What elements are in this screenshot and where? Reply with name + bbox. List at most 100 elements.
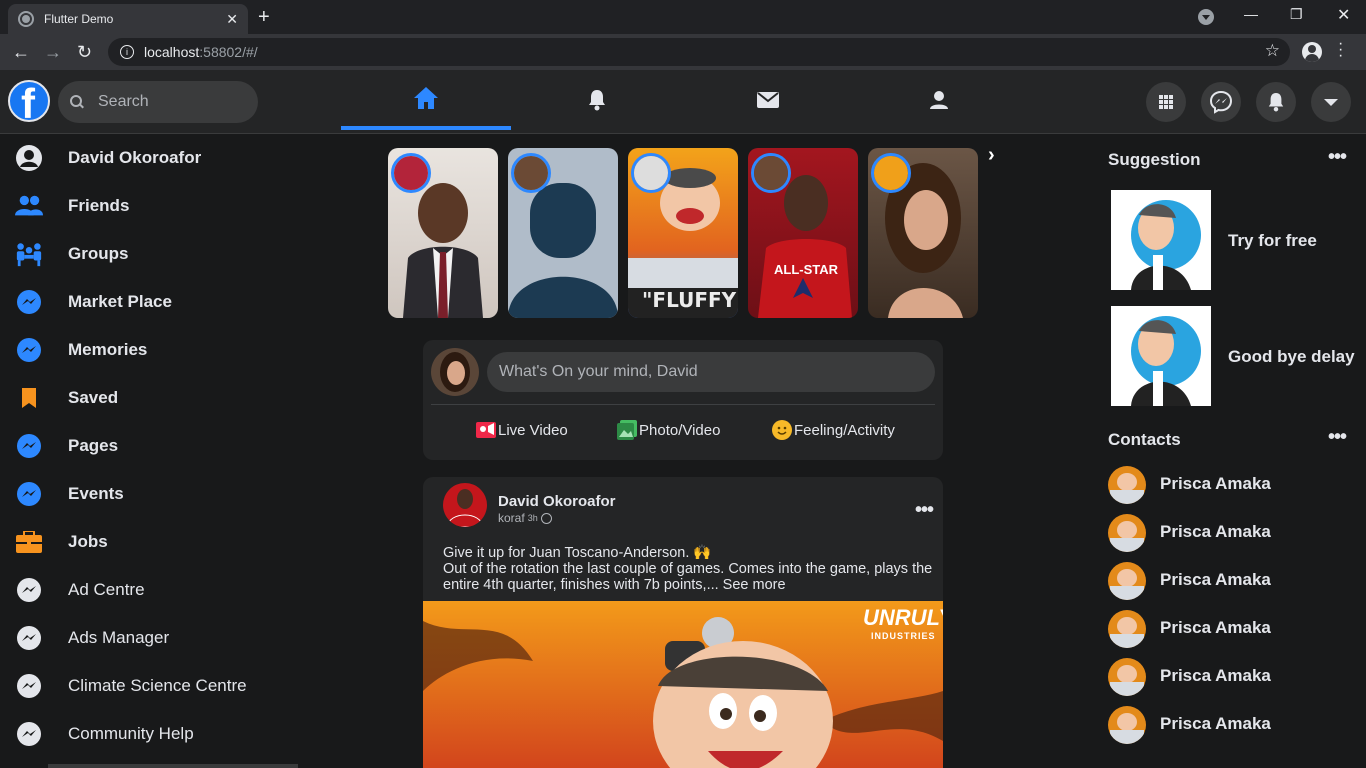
browser-tabbar: Flutter Demo ✕ + — ❐ ✕ xyxy=(0,0,1366,34)
url-host: localhost xyxy=(144,44,200,60)
url-path: :58802/#/ xyxy=(199,44,258,60)
account-menu-button[interactable] xyxy=(1311,82,1351,122)
feeling-activity-button[interactable]: Feeling/Activity xyxy=(772,420,895,440)
tab-messages[interactable] xyxy=(683,70,853,130)
new-tab-icon[interactable]: + xyxy=(258,6,270,29)
browser-tab[interactable]: Flutter Demo ✕ xyxy=(8,4,248,34)
sidebar-item-label: David Okoroafor xyxy=(68,148,202,167)
notifications-button[interactable] xyxy=(1256,82,1296,122)
sidebar-item-climate-science-centre[interactable]: Climate Science Centre xyxy=(0,662,300,710)
story-avatar xyxy=(631,153,671,193)
more-options-icon[interactable]: ••• xyxy=(915,499,934,522)
contact-avatar xyxy=(1108,466,1146,504)
messenger-icon xyxy=(15,432,43,460)
suggestion-image[interactable] xyxy=(1111,306,1211,406)
home-icon xyxy=(414,87,438,109)
tab-profile[interactable] xyxy=(854,70,1024,130)
bookmark-icon xyxy=(15,384,43,412)
apps-button[interactable] xyxy=(1146,82,1186,122)
story-card[interactable]: ALL-STAR xyxy=(748,148,858,318)
messenger-icon xyxy=(15,336,43,364)
contact-name: Prisca Amaka xyxy=(1160,618,1271,637)
story-card[interactable] xyxy=(388,148,498,318)
user-icon xyxy=(15,144,43,172)
sidebar-item-label: Groups xyxy=(68,244,129,263)
search-input[interactable]: Search xyxy=(58,81,258,123)
sidebar-item-label: Saved xyxy=(68,388,119,407)
tab-home[interactable] xyxy=(341,70,511,130)
story-card[interactable]: "FLUFFY" xyxy=(628,148,738,318)
sidebar-item-label: Friends xyxy=(68,196,130,215)
post-author-name[interactable]: David Okoroafor xyxy=(498,493,616,510)
suggestion-heading: Suggestion xyxy=(1108,150,1201,169)
info-icon[interactable]: i xyxy=(120,45,134,59)
groups-icon xyxy=(15,240,43,268)
browser-menu-icon[interactable]: · · · xyxy=(1338,36,1344,64)
sidebar-item-memories[interactable]: Memories xyxy=(0,326,300,374)
bell-icon xyxy=(1268,93,1284,112)
tab-notifications[interactable] xyxy=(512,70,682,130)
post-text-line: Give it up for Juan Toscano-Anderson. 🙌 xyxy=(443,545,712,561)
story-avatar xyxy=(871,153,911,193)
contact-item[interactable]: Prisca Amaka xyxy=(1108,610,1358,650)
story-avatar xyxy=(391,153,431,193)
contacts-more-icon[interactable]: ••• xyxy=(1328,426,1347,449)
sidebar-item-friends[interactable]: Friends xyxy=(0,182,300,230)
restore-icon[interactable]: ❐ xyxy=(1290,6,1303,23)
photo-video-button[interactable]: Photo/Video xyxy=(617,420,720,440)
story-card[interactable] xyxy=(508,148,618,318)
contact-item[interactable]: Prisca Amaka xyxy=(1108,706,1358,746)
back-icon[interactable]: ← xyxy=(12,42,30,63)
story-card[interactable] xyxy=(868,148,978,318)
search-placeholder: Search xyxy=(98,93,149,110)
sidebar-item-community-help[interactable]: Community Help xyxy=(0,710,300,758)
suggestion-label[interactable]: Try for free xyxy=(1228,231,1317,251)
sidebar-item-ads-manager[interactable]: Ads Manager xyxy=(0,614,300,662)
contact-item[interactable]: Prisca Amaka xyxy=(1108,658,1358,698)
chevron-right-icon[interactable]: › xyxy=(988,144,995,167)
tab-search-icon[interactable] xyxy=(1198,9,1214,25)
sidebar-item-saved[interactable]: Saved xyxy=(0,374,300,422)
sidebar-item-label: Jobs xyxy=(68,532,108,551)
divider xyxy=(431,404,935,405)
sidebar-item-label: Pages xyxy=(68,436,119,455)
sidebar-item-ad-centre[interactable]: Ad Centre xyxy=(0,566,300,614)
avatar[interactable] xyxy=(431,348,479,396)
contact-item[interactable]: Prisca Amaka xyxy=(1108,514,1358,554)
reload-icon[interactable]: ↻ xyxy=(77,42,92,63)
tab-close-icon[interactable]: ✕ xyxy=(226,11,238,28)
suggestion-label[interactable]: Good bye delay xyxy=(1228,347,1355,367)
messenger-button[interactable] xyxy=(1201,82,1241,122)
account-icon[interactable] xyxy=(1302,42,1322,62)
contact-avatar xyxy=(1108,658,1146,696)
messenger-icon xyxy=(15,624,43,652)
address-bar[interactable]: i localhost :58802/#/ ☆ xyxy=(108,38,1290,66)
suggestion-more-icon[interactable]: ••• xyxy=(1328,146,1347,169)
sidebar-item-groups[interactable]: Groups xyxy=(0,230,300,278)
close-window-icon[interactable]: ✕ xyxy=(1337,5,1350,25)
contact-item[interactable]: Prisca Amaka xyxy=(1108,466,1358,506)
suggestion-image[interactable] xyxy=(1111,190,1211,290)
post-image[interactable]: UNRULY INDUSTRIES xyxy=(423,601,943,768)
status-input[interactable]: What's On your mind, David xyxy=(487,352,935,392)
browser-toolbar: ← → ↻ i localhost :58802/#/ ☆ · · · xyxy=(0,34,1366,70)
tab-title: Flutter Demo xyxy=(44,12,114,26)
minimize-icon[interactable]: — xyxy=(1244,6,1258,22)
forward-icon[interactable]: → xyxy=(44,42,62,63)
sidebar-item-jobs[interactable]: Jobs xyxy=(0,518,300,566)
post-meta: koraf 3h xyxy=(498,511,552,525)
live-video-button[interactable]: Live Video xyxy=(476,420,568,440)
contact-item[interactable]: Prisca Amaka xyxy=(1108,562,1358,602)
sidebar-item-market-place[interactable]: Market Place xyxy=(0,278,300,326)
sidebar-item-events[interactable]: Events xyxy=(0,470,300,518)
sidebar-item-profile[interactable]: David Okoroafor xyxy=(0,134,300,182)
facebook-logo-icon[interactable]: f xyxy=(8,80,50,122)
post-author-avatar[interactable] xyxy=(443,483,487,527)
messenger-icon xyxy=(1209,90,1233,114)
bookmark-star-icon[interactable]: ☆ xyxy=(1265,41,1280,61)
contact-name: Prisca Amaka xyxy=(1160,474,1271,493)
sidebar-item-pages[interactable]: Pages xyxy=(0,422,300,470)
messenger-icon xyxy=(15,720,43,748)
contact-name: Prisca Amaka xyxy=(1160,522,1271,541)
sidebar-scrollbar[interactable] xyxy=(48,764,298,768)
